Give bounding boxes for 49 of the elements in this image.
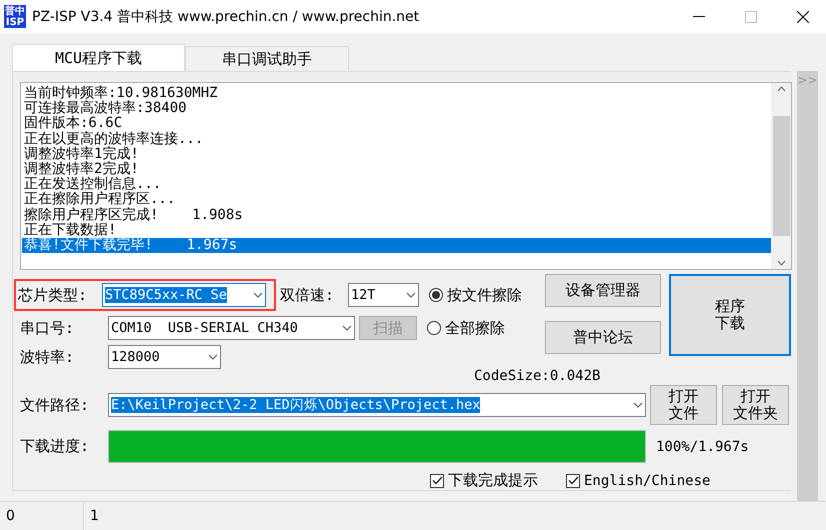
maximize-icon	[745, 10, 757, 22]
chevron-down-icon	[208, 354, 218, 360]
erase-option[interactable]: 按文件擦除	[429, 286, 522, 304]
chevron-down-icon	[633, 402, 643, 408]
log-line: 擦除用户程序区完成! 1.908s	[23, 208, 244, 222]
scrollbar[interactable]	[771, 83, 791, 269]
scroll-down-icon[interactable]	[776, 260, 786, 266]
minimize-icon	[693, 16, 705, 18]
tab[interactable]: MCU程序下载	[12, 44, 185, 71]
log-line: 固件版本:6.6C	[23, 116, 124, 132]
open-folder-button[interactable]: 打开 文件夹	[722, 385, 789, 425]
chevron-down-icon	[342, 325, 352, 331]
forum-button[interactable]: 普中论坛	[545, 321, 661, 354]
progress-reading: 100%/1.967s	[656, 438, 749, 454]
speed-dropdown[interactable]: 12T	[348, 283, 419, 307]
field-label: 下载进度:	[20, 437, 90, 456]
log-line: 正在以更高的波特率连接...	[23, 132, 204, 147]
log-line: 调整波特率1完成!	[23, 146, 140, 162]
code-size: CodeSize:0.042B	[474, 368, 600, 384]
port-dropdown[interactable]: COM10 USB-SERIAL CH340	[108, 316, 355, 340]
field-label: 芯片类型:	[18, 286, 88, 304]
erase-option[interactable]: 全部擦除	[427, 318, 505, 338]
option-checkbox[interactable]: English/Chinese	[566, 472, 710, 488]
log-line: 正在擦除用户程序区...	[23, 192, 176, 208]
field-label: 文件路径:	[20, 396, 90, 414]
scroll-up-icon[interactable]	[776, 86, 786, 92]
log-line: 正在下载数据!	[23, 222, 118, 238]
log-line: 当前时钟频率:10.981630MHZ	[23, 86, 219, 101]
download-button[interactable]: 程序 下载	[669, 274, 791, 356]
app-logo: 普中 ISP	[4, 5, 26, 28]
field-label: 波特率:	[20, 348, 76, 366]
close-icon	[797, 10, 809, 22]
open-file-button[interactable]: 打开 文件	[650, 385, 717, 425]
baud-dropdown[interactable]: 128000	[108, 345, 221, 369]
log-line: 正在发送控制信息...	[23, 177, 162, 192]
log-line: 调整波特率2完成!	[23, 162, 140, 177]
chevron-down-icon	[253, 292, 263, 298]
status-cell-text: 1	[89, 507, 100, 526]
window-title: PZ-ISP V3.4 普中科技 www.prechin.cn / www.prechin.net	[32, 8, 420, 26]
status-cell: 0	[0, 502, 84, 530]
field-label: 双倍速:	[280, 286, 336, 304]
log-line: 可连接最高波特率:38400	[23, 101, 188, 116]
chevron-down-icon	[406, 292, 416, 298]
option-checkbox[interactable]: 下载完成提示	[430, 471, 538, 490]
chip-type-dropdown[interactable]: STC89C5xx-RC Se	[102, 283, 266, 307]
field-label: 串口号:	[20, 318, 76, 338]
file-path-dropdown[interactable]: E:\KeilProject\2-2 LED闪烁\Objects\Project.hex	[108, 393, 646, 417]
tab[interactable]: 串口调试助手	[185, 46, 349, 71]
device-manager-button[interactable]: 设备管理器	[545, 274, 661, 307]
